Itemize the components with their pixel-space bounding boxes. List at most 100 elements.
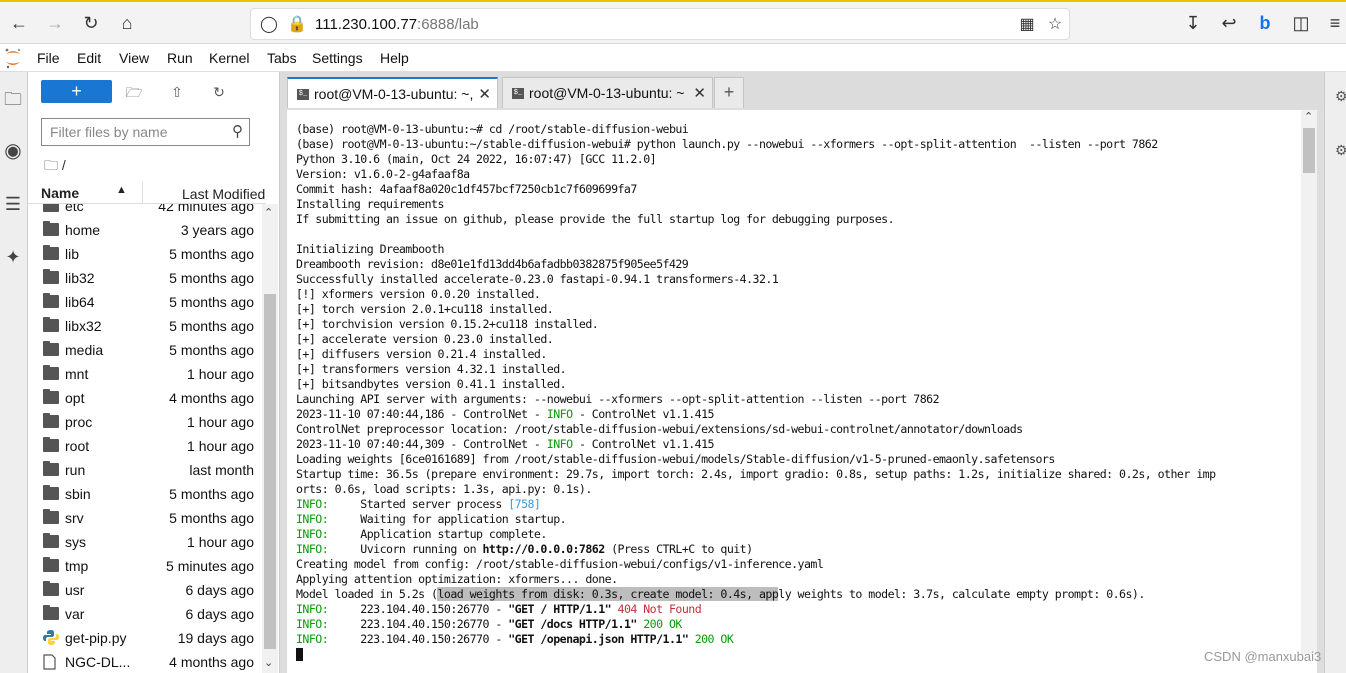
upload-icon[interactable]: ⇧ [167,82,187,102]
menu-tabs[interactable]: Tabs [267,50,297,66]
file-row[interactable]: media 5 months ago [28,338,262,362]
bookmark-star-icon[interactable]: ☆ [1045,15,1065,35]
menu-icon[interactable]: ≡ [1325,11,1345,35]
file-name: lib [65,246,80,262]
file-name: get-pip.py [65,630,127,646]
file-row[interactable]: sys 1 hour ago [28,530,262,554]
menu-run[interactable]: Run [167,50,193,66]
name-column-header[interactable]: Name [41,185,79,201]
menu-view[interactable]: View [119,50,149,66]
file-row[interactable]: tmp 5 minutes ago [28,554,262,578]
terminal-line: Initializing Dreambooth [296,242,444,256]
file-modified: 3 years ago [180,222,254,238]
file-row[interactable]: usr 6 days ago [28,578,262,602]
terminal-line: [+] accelerate version 0.23.0 installed. [296,332,554,346]
file-row[interactable]: lib 5 months ago [28,242,262,266]
file-row[interactable]: opt 4 months ago [28,386,262,410]
file-modified: 19 days ago [177,630,254,646]
file-name: lib32 [65,270,95,286]
folder-icon [43,461,59,476]
file-row[interactable]: etc 42 minutes ago [28,204,262,218]
folder-icon [43,389,59,404]
menu-edit[interactable]: Edit [77,50,101,66]
menu-help[interactable]: Help [380,50,409,66]
new-launcher-button[interactable]: + [41,80,112,103]
terminal-line: Successfully installed accelerate-0.23.0… [296,272,779,286]
scroll-up-icon[interactable]: ⌃ [1304,110,1313,123]
debugger-icon[interactable]: ⚙ [1335,142,1346,159]
file-name: sbin [65,486,91,502]
folder-icon [43,533,59,548]
file-row[interactable]: lib32 5 months ago [28,266,262,290]
reply-icon[interactable]: ↩ [1217,11,1241,35]
file-modified: 42 minutes ago [158,204,254,214]
file-name: mnt [65,366,89,382]
file-list-header: Name ▲ Last Modified [28,182,266,204]
url-text[interactable]: 111.230.100.77:6888/lab [315,16,479,33]
add-tab-button[interactable]: + [714,77,744,108]
download-icon[interactable]: ↧ [1181,11,1205,35]
extensions-icon[interactable]: ◫ [1289,11,1313,35]
close-icon[interactable]: ✕ [478,85,491,103]
terminal-prompt-line[interactable] [296,647,1301,662]
file-row[interactable]: sbin 5 months ago [28,482,262,506]
close-icon[interactable]: ✕ [693,84,706,102]
running-sessions-icon[interactable]: ◉ [2,140,24,162]
file-modified: 5 months ago [169,510,254,526]
file-modified: 4 months ago [169,654,254,670]
scrollbar-thumb[interactable] [1303,128,1315,173]
file-name: proc [65,414,93,430]
address-bar[interactable]: ◯ 🔒 111.230.100.77:6888/lab ▦ ☆ [250,8,1070,40]
forward-icon[interactable]: → [43,11,67,35]
column-divider[interactable] [142,182,143,204]
insecure-lock-icon[interactable]: 🔒 [287,15,307,35]
file-row[interactable]: mnt 1 hour ago [28,362,262,386]
file-list-scrollbar[interactable]: ⌃ ⌄ [262,204,278,673]
file-row[interactable]: proc 1 hour ago [28,410,262,434]
menu-kernel[interactable]: Kernel [209,50,249,66]
extension-puzzle-icon[interactable]: ✦ [2,246,24,268]
refresh-icon[interactable]: ↻ [209,82,229,102]
file-row[interactable]: var 6 days ago [28,602,262,626]
main-area: $_ root@VM-0-13-ubuntu: ~, ✕ $_ root@VM-… [280,72,1324,673]
property-inspector-icon[interactable]: ⚙ [1335,88,1346,105]
bing-icon[interactable]: b [1253,11,1277,35]
reload-icon[interactable]: ↻ [79,11,103,35]
tab-terminal-2[interactable]: $_ root@VM-0-13-ubuntu: ~ ✕ [502,77,713,108]
file-row[interactable]: get-pip.py 19 days ago [28,626,262,650]
terminal-line: Startup time: 36.5s (prepare environment… [296,467,1216,481]
file-row[interactable]: root 1 hour ago [28,434,262,458]
scroll-up-icon[interactable]: ⌃ [264,206,273,219]
scrollbar-thumb[interactable] [264,294,276,649]
filter-files-input[interactable] [50,124,220,140]
terminal-line: INFO: Started server process [758] [296,497,541,511]
table-of-contents-icon[interactable]: ☰ [2,193,24,215]
file-row[interactable]: srv 5 months ago [28,506,262,530]
file-row[interactable]: NGC-DL... 4 months ago [28,650,262,673]
home-icon[interactable]: ⌂ [115,11,139,35]
python-file-icon [43,630,59,645]
menu-file[interactable]: File [37,50,60,66]
file-modified: 5 months ago [169,318,254,334]
new-folder-icon[interactable]: 🗁 [124,82,144,102]
breadcrumb[interactable]: 🗀 / [44,155,66,179]
file-row[interactable]: libx32 5 months ago [28,314,262,338]
last-modified-column-header[interactable]: Last Modified [182,186,265,202]
folder-icon[interactable]: 🗀 [2,88,24,110]
sort-ascending-icon[interactable]: ▲ [116,184,127,196]
file-row[interactable]: run last month [28,458,262,482]
terminal-panel[interactable]: (base) root@VM-0-13-ubuntu:~# cd /root/s… [287,110,1317,673]
terminal-line: Loading weights [6ce0161689] from /root/… [296,452,1055,466]
terminal-line: INFO: 223.104.40.150:26770 - "GET /opena… [296,632,734,646]
jupyter-menubar: File Edit View Run Kernel Tabs Settings … [0,44,1346,72]
terminal-scrollbar[interactable]: ⌃ [1301,110,1317,655]
qr-code-icon[interactable]: ▦ [1017,15,1037,35]
menu-settings[interactable]: Settings [312,50,363,66]
scroll-down-icon[interactable]: ⌄ [264,656,273,669]
file-row[interactable]: home 3 years ago [28,218,262,242]
terminal-line: [+] torchvision version 0.15.2+cu118 ins… [296,317,599,331]
file-row[interactable]: lib64 5 months ago [28,290,262,314]
tab-terminal-1[interactable]: $_ root@VM-0-13-ubuntu: ~, ✕ [287,77,498,108]
shield-icon[interactable]: ◯ [259,15,279,35]
back-icon[interactable]: ← [7,11,31,35]
